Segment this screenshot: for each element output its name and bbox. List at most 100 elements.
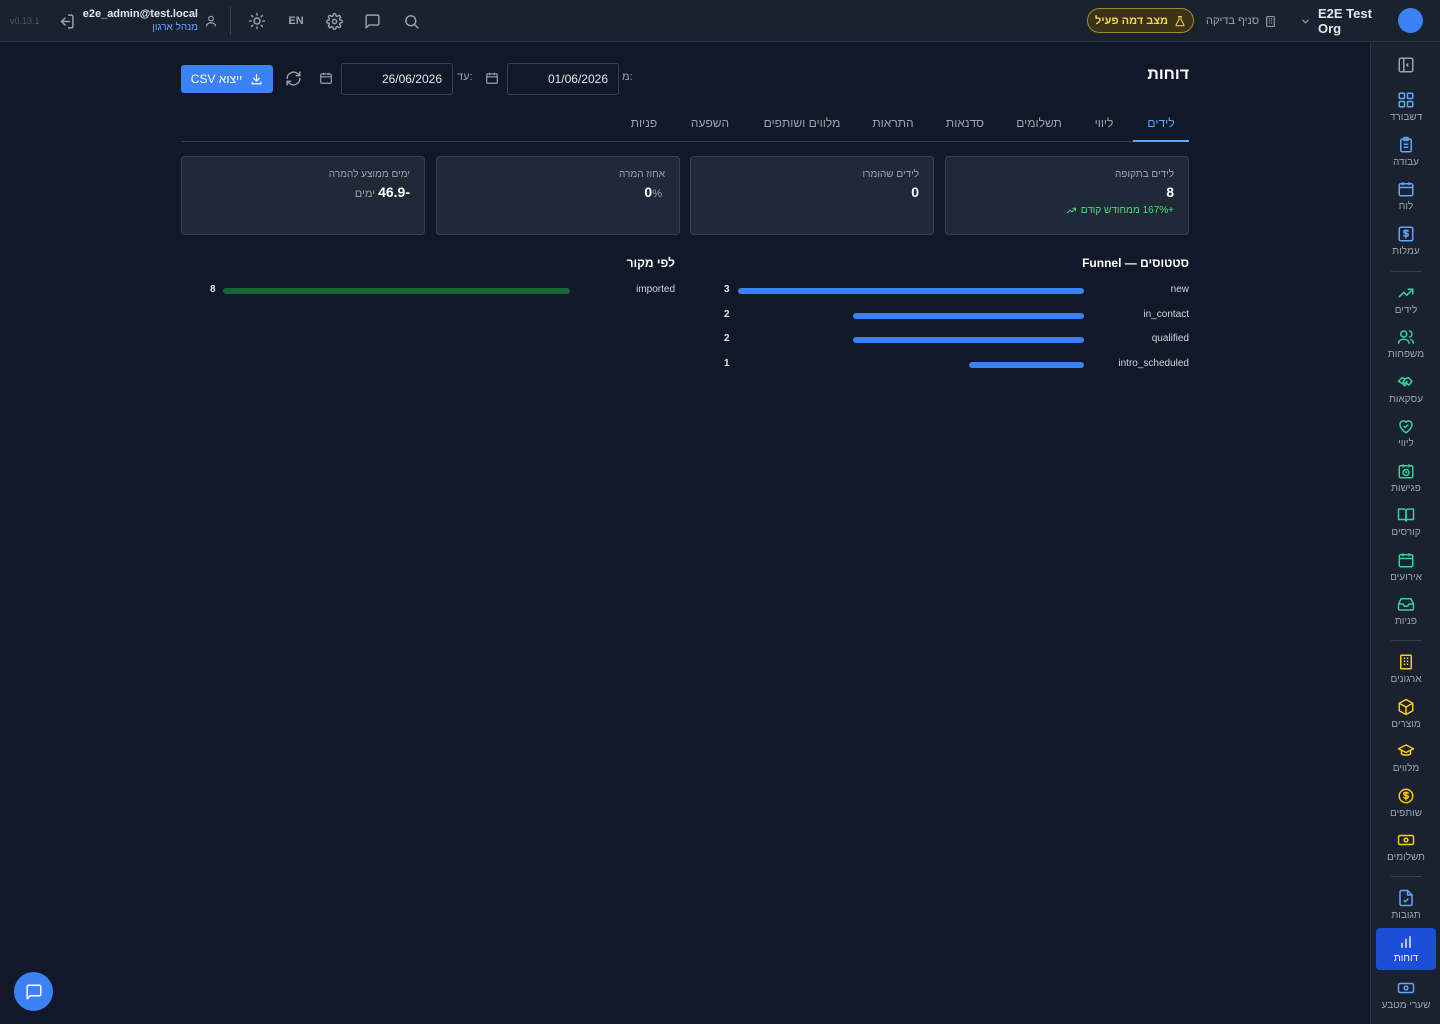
sidebar-item-label: לוח bbox=[1398, 201, 1414, 212]
language-toggle[interactable]: EN bbox=[284, 0, 308, 42]
from-date-input[interactable]: 01/06/2026 bbox=[507, 63, 619, 95]
sidebar-item-reports[interactable]: דוחות bbox=[1376, 928, 1436, 970]
user-menu[interactable]: e2e_admin@test.local מנהל ארגון bbox=[83, 0, 198, 42]
funnel-bar bbox=[853, 337, 1084, 344]
tab-alerts[interactable]: התראות bbox=[867, 110, 919, 142]
sidebar-item-organizations[interactable]: ארגונים bbox=[1376, 648, 1436, 690]
tab-mentoring[interactable]: ליווי bbox=[1087, 110, 1121, 142]
kpi-avg-days-to-convert: ימים ממוצע להמרה -46.9ימים bbox=[181, 156, 425, 235]
sidebar-item-label: משפחות bbox=[1387, 349, 1425, 360]
sidebar-item-board[interactable]: לוח bbox=[1376, 175, 1436, 217]
messages-button[interactable] bbox=[362, 0, 382, 42]
kpi-title: אחוז המרה bbox=[618, 169, 665, 180]
funnel-row: in_contact 2 bbox=[724, 309, 1189, 323]
sidebar-item-products[interactable]: מוצרים bbox=[1376, 693, 1436, 735]
gear-icon bbox=[325, 12, 343, 30]
chevron-down-icon bbox=[1300, 16, 1311, 27]
package-icon bbox=[1397, 698, 1415, 716]
sidebar-item-courses[interactable]: קורסים bbox=[1376, 501, 1436, 543]
sidebar-item-exchange-rates[interactable]: שערי מטבע bbox=[1376, 974, 1436, 1016]
user-icon[interactable] bbox=[202, 0, 220, 42]
flask-icon bbox=[1174, 15, 1186, 27]
calendar-days-icon bbox=[1397, 551, 1415, 569]
sidebar-item-payments[interactable]: תשלומים bbox=[1376, 826, 1436, 868]
calendar-icon[interactable] bbox=[485, 71, 499, 85]
tab-impact[interactable]: השפעה bbox=[683, 110, 737, 142]
search-button[interactable] bbox=[401, 0, 421, 42]
sidebar-item-work[interactable]: עבודה bbox=[1376, 131, 1436, 173]
funnel-bar-track bbox=[738, 337, 1084, 344]
coin-icon bbox=[1397, 787, 1415, 805]
sidebar-item-partners[interactable]: שותפים bbox=[1376, 782, 1436, 824]
banknote-icon bbox=[1397, 831, 1415, 849]
sidebar-item-label: עסקאות bbox=[1388, 394, 1424, 405]
theme-toggle-button[interactable] bbox=[246, 0, 268, 42]
heart-handshake-icon bbox=[1397, 417, 1415, 435]
settings-button[interactable] bbox=[324, 0, 344, 42]
trending-up-icon bbox=[1066, 205, 1077, 216]
dashboard-icon bbox=[1397, 91, 1415, 109]
sidebar-item-label: דוחות bbox=[1393, 953, 1419, 964]
sidebar-item-meetings[interactable]: פגישות bbox=[1376, 457, 1436, 499]
sidebar-item-label: דשבורד bbox=[1389, 112, 1423, 123]
funnel-value: 1 bbox=[724, 357, 730, 369]
by_source-row: imported 8 bbox=[210, 284, 675, 298]
sidebar: דשבורד עבודה לוח עמלות לידים משפחות עסקא… bbox=[1370, 42, 1440, 1024]
kpi-title: ימים ממוצע להמרה bbox=[328, 169, 410, 180]
logout-button[interactable] bbox=[56, 0, 76, 42]
to-date-label: עד: bbox=[457, 71, 473, 83]
sidebar-item-mentoring[interactable]: ליווי bbox=[1376, 412, 1436, 454]
kpi-trend-text: +167% ממחודש קודם bbox=[1080, 205, 1174, 216]
calendar-clock-icon bbox=[1397, 462, 1415, 480]
org-name[interactable]: E2E Test Org bbox=[1318, 0, 1394, 42]
sidebar-item-label: עבודה bbox=[1393, 157, 1419, 168]
sidebar-item-label: פניות bbox=[1394, 616, 1418, 627]
logout-icon bbox=[58, 13, 75, 30]
sidebar-item-leads[interactable]: לידים bbox=[1376, 279, 1436, 321]
tab-payments[interactable]: תשלומים bbox=[1011, 110, 1067, 142]
page-title: דוחות bbox=[1147, 66, 1189, 83]
branch-selector[interactable]: סניף בדיקה bbox=[1206, 0, 1280, 42]
sidebar-item-label: ארגונים bbox=[1390, 674, 1422, 685]
calendar-icon[interactable] bbox=[319, 71, 333, 85]
sidebar-item-deals[interactable]: עסקאות bbox=[1376, 368, 1436, 410]
to-date-input[interactable]: 26/06/2026 bbox=[341, 63, 453, 95]
kpi-value: -46.9 bbox=[378, 184, 410, 200]
org-avatar[interactable] bbox=[1398, 8, 1423, 33]
sidebar-item-dashboard[interactable]: דשבורד bbox=[1376, 86, 1436, 128]
kpi-leads-in-period: לידים בתקופה 8 +167% ממחודש קודם bbox=[945, 156, 1189, 235]
funnel-label: in_contact bbox=[1143, 308, 1189, 320]
tab-leads[interactable]: לידים bbox=[1133, 110, 1189, 142]
sidebar-item-mentors[interactable]: מלווים bbox=[1376, 737, 1436, 779]
branch-label: סניף בדיקה bbox=[1206, 15, 1260, 27]
export-csv-label: ייצוא CSV bbox=[190, 72, 243, 86]
sidebar-item-responses[interactable]: תגובות bbox=[1376, 884, 1436, 926]
org-switcher-chevron[interactable] bbox=[1299, 0, 1311, 42]
sidebar-collapse-button[interactable] bbox=[1397, 56, 1415, 74]
sidebar-item-label: קורסים bbox=[1391, 527, 1421, 538]
sidebar-item-commissions[interactable]: עמלות bbox=[1376, 220, 1436, 262]
inbox-icon bbox=[1397, 595, 1415, 613]
sidebar-item-inquiries[interactable]: פניות bbox=[1376, 590, 1436, 632]
kpi-value: 8 bbox=[1166, 184, 1174, 200]
export-csv-button[interactable]: ייצוא CSV bbox=[181, 65, 273, 93]
refresh-button[interactable] bbox=[285, 70, 302, 87]
by_source-label: imported bbox=[636, 284, 675, 295]
sidebar-item-families[interactable]: משפחות bbox=[1376, 323, 1436, 365]
building-icon bbox=[1397, 653, 1415, 671]
currency-icon bbox=[1397, 979, 1415, 997]
mock-mode-badge[interactable]: מצב דמה פעיל bbox=[1087, 8, 1194, 33]
support-chat-button[interactable] bbox=[14, 972, 53, 1011]
tab-workshops[interactable]: סדנאות bbox=[939, 110, 991, 142]
sidebar-item-label: אירועים bbox=[1390, 572, 1422, 583]
tab-mentors-partners[interactable]: מלווים ושותפים bbox=[757, 110, 847, 142]
sidebar-item-label: ליווי bbox=[1398, 438, 1414, 449]
tab-inquiries[interactable]: פניות bbox=[625, 110, 663, 142]
funnel-bar bbox=[968, 361, 1084, 368]
by_source-value: 8 bbox=[210, 284, 216, 295]
sidebar-item-events[interactable]: אירועים bbox=[1376, 546, 1436, 588]
source-title: לפי מקור bbox=[626, 256, 675, 270]
kpi-value-row: -46.9ימים bbox=[196, 184, 410, 200]
kpi-trend: +167% ממחודש קודם bbox=[960, 205, 1174, 216]
funnel-label: intro_scheduled bbox=[1118, 357, 1189, 369]
